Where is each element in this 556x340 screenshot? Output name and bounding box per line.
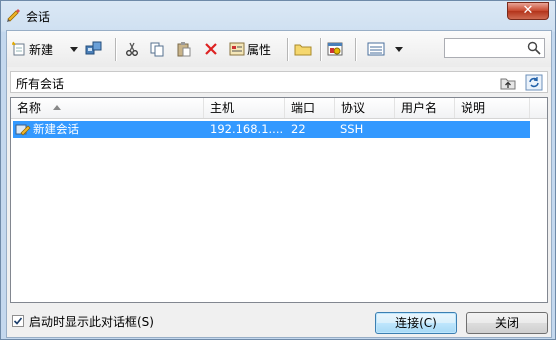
app-icon	[7, 9, 20, 22]
title-bar: 会话 ✕	[1, 1, 555, 31]
copy-icon	[150, 42, 164, 57]
new-session-button[interactable]: 新建	[11, 39, 53, 59]
table-row[interactable]: 新建会话 192.168.1.... 22 SSH	[13, 121, 530, 138]
new-folder-button[interactable]	[294, 39, 312, 59]
new-dropdown-arrow-icon[interactable]	[70, 47, 78, 52]
scissors-icon	[126, 42, 138, 56]
session-host: 192.168.1....	[210, 122, 284, 136]
properties-label: 属性	[247, 42, 272, 57]
properties-icon	[229, 42, 245, 56]
toolbar-separator	[287, 38, 288, 61]
column-header-username[interactable]: 用户名	[395, 98, 455, 118]
cut-button[interactable]	[124, 39, 140, 59]
folder-path-bar: 所有会话	[10, 71, 548, 93]
toolbar-separator	[320, 38, 321, 61]
column-header-description[interactable]: 说明	[455, 98, 530, 118]
session-manager-button[interactable]	[85, 39, 103, 59]
window-close-button[interactable]: ✕	[507, 2, 549, 20]
search-icon[interactable]	[526, 40, 542, 56]
current-folder-label: 所有会话	[16, 77, 65, 91]
toolbar: 新建 属性	[7, 31, 551, 67]
sort-ascending-icon	[53, 105, 61, 110]
show-on-startup-label[interactable]: 启动时显示此对话框(S)	[29, 313, 154, 330]
list-header: 名称 主机 端口 协议 用户名 说明	[11, 98, 547, 119]
refresh-icon[interactable]	[525, 74, 543, 91]
connect-button[interactable]: 连接(C)	[375, 312, 457, 334]
checkmark-icon	[13, 317, 23, 325]
close-button[interactable]: 关闭	[466, 312, 548, 334]
column-header-name[interactable]: 名称	[11, 98, 204, 118]
list-view-icon	[367, 42, 385, 56]
up-folder-icon[interactable]	[499, 74, 517, 91]
new-icon	[12, 41, 25, 56]
session-settings-button[interactable]	[327, 39, 343, 59]
paste-icon	[177, 42, 191, 57]
copy-button[interactable]	[149, 39, 165, 59]
session-protocol: SSH	[340, 122, 364, 136]
toolbar-separator	[355, 38, 356, 61]
window-title: 会话	[26, 10, 51, 24]
column-header-host[interactable]: 主机	[204, 98, 285, 118]
toolbar-separator	[115, 38, 116, 61]
show-on-startup-checkbox[interactable]	[12, 315, 24, 327]
delete-button[interactable]	[203, 39, 219, 59]
delete-x-icon	[205, 43, 217, 55]
folder-icon	[294, 44, 312, 56]
sessions-icon	[85, 41, 102, 55]
session-search-field[interactable]	[444, 38, 545, 58]
client-area: 新建 属性 所有会话 名称 主机 端口 协议 用户名 说明 新建会话 192.1…	[6, 30, 552, 338]
column-name-label: 名称	[17, 101, 42, 115]
properties-button[interactable]: 属性	[229, 39, 271, 59]
view-dropdown-arrow-icon[interactable]	[395, 47, 403, 52]
sessions-dialog: 会话 ✕ 新建 属性 所有会话 名称 主机 端口 协议 用户名 说明 新建会话 …	[0, 0, 556, 340]
session-icon	[15, 124, 31, 136]
view-button[interactable]	[367, 39, 385, 59]
column-header-protocol[interactable]: 协议	[335, 98, 395, 118]
session-port: 22	[291, 122, 306, 136]
column-header-port[interactable]: 端口	[285, 98, 335, 118]
new-label: 新建	[29, 42, 54, 57]
session-list[interactable]: 名称 主机 端口 协议 用户名 说明 新建会话 192.168.1.... 22…	[10, 97, 548, 303]
session-name: 新建会话	[33, 122, 79, 136]
settings-window-icon	[327, 42, 343, 56]
paste-button[interactable]	[176, 39, 192, 59]
